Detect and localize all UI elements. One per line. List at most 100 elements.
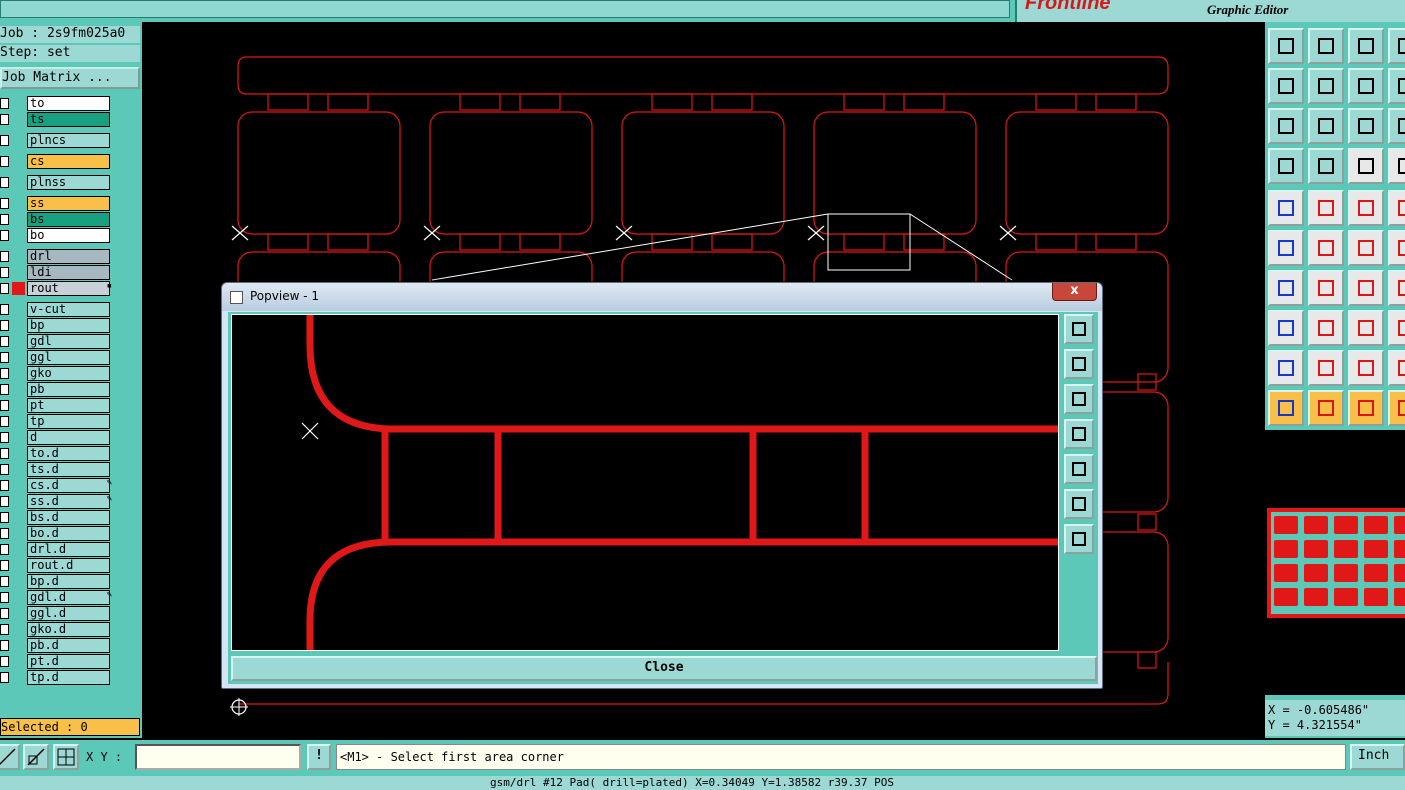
layer-checkbox[interactable] [0,114,9,125]
layer-checkbox[interactable] [0,608,9,619]
layer-row[interactable]: gko.d [0,622,114,637]
layer-row[interactable]: plncs [0,133,114,148]
layer-checkbox[interactable] [0,304,9,315]
layer-row[interactable]: rout ▪ [0,281,114,296]
tool-button[interactable] [1268,148,1304,184]
layer-checkbox[interactable] [0,135,9,146]
layer-row[interactable]: pt [0,398,114,413]
tool-button[interactable] [1308,390,1344,426]
tool-button[interactable] [1308,310,1344,346]
layer-checkbox[interactable] [0,432,9,443]
tool-button[interactable] [1388,230,1405,266]
layer-checkbox[interactable] [0,267,9,278]
layer-checkbox[interactable] [0,576,9,587]
tool-button[interactable] [1388,68,1405,104]
tool-button[interactable] [1348,230,1384,266]
layer-row[interactable]: pb [0,382,114,397]
layer-checkbox[interactable] [0,672,9,683]
layer-row[interactable]: gko [0,366,114,381]
layer-checkbox[interactable] [0,624,9,635]
job-matrix-button[interactable]: Job Matrix ... [0,67,140,89]
snap-button[interactable] [0,744,20,770]
layer-checkbox[interactable] [0,528,9,539]
layer-checkbox[interactable] [0,177,9,188]
tool-button[interactable] [1388,148,1405,184]
overview-map[interactable] [1265,430,1405,695]
layer-checkbox[interactable] [0,230,9,241]
layer-row[interactable]: plnss [0,175,114,190]
tool-button[interactable] [1348,68,1384,104]
layer-row[interactable]: drl [0,249,114,264]
layer-checkbox[interactable] [0,496,9,507]
layer-checkbox[interactable] [0,384,9,395]
layer-checkbox[interactable] [0,464,9,475]
layer-row[interactable]: ss [0,196,114,211]
layer-row[interactable]: cs.d ✎ [0,478,114,493]
tool-button[interactable] [1388,390,1405,426]
tool-button[interactable] [1308,148,1344,184]
tool-button[interactable] [1348,28,1384,64]
layer-row[interactable]: bo [0,228,114,243]
layer-row[interactable]: ts.d [0,462,114,477]
popview-tool-button[interactable] [1064,384,1094,414]
layer-checkbox[interactable] [0,98,9,109]
grid-button[interactable] [53,744,79,770]
tool-button[interactable] [1308,230,1344,266]
layer-checkbox[interactable] [0,251,9,262]
layer-checkbox[interactable] [0,368,9,379]
tool-button[interactable] [1348,108,1384,144]
layer-row[interactable]: gdl [0,334,114,349]
layer-row[interactable]: gdl.d ✎ [0,590,114,605]
layer-checkbox[interactable] [0,352,9,363]
layer-checkbox[interactable] [0,214,9,225]
layer-checkbox[interactable] [0,283,9,294]
tool-button[interactable] [1268,230,1304,266]
layer-checkbox[interactable] [0,640,9,651]
popview-tool-button[interactable] [1064,419,1094,449]
layer-checkbox[interactable] [0,480,9,491]
layer-checkbox[interactable] [0,416,9,427]
layer-row[interactable]: bp.d [0,574,114,589]
tool-button[interactable] [1268,28,1304,64]
unit-toggle[interactable]: Inch [1350,744,1405,770]
layer-row[interactable]: bs.d [0,510,114,525]
tool-button[interactable] [1348,190,1384,226]
tool-button[interactable] [1388,270,1405,306]
layer-row[interactable]: v-cut [0,302,114,317]
tool-button[interactable] [1268,108,1304,144]
tool-button[interactable] [1268,68,1304,104]
layer-checkbox[interactable] [0,544,9,555]
layer-row[interactable]: tp [0,414,114,429]
layer-row[interactable]: bo.d [0,526,114,541]
layer-row[interactable]: bp [0,318,114,333]
tool-button[interactable] [1268,350,1304,386]
tool-button[interactable] [1348,350,1384,386]
xy-input[interactable] [135,744,301,770]
tool-button[interactable] [1308,28,1344,64]
layer-row[interactable]: bs [0,212,114,227]
layer-checkbox[interactable] [0,560,9,571]
tool-button[interactable] [1348,310,1384,346]
tool-button[interactable] [1308,270,1344,306]
popview-close-button[interactable]: Close [231,656,1097,681]
layer-row[interactable]: d [0,430,114,445]
popview-titlebar[interactable]: Popview - 1 x [222,283,1102,311]
tool-button[interactable] [1388,310,1405,346]
tool-button[interactable] [1268,390,1304,426]
layer-checkbox[interactable] [0,336,9,347]
tool-button[interactable] [1268,190,1304,226]
popview-tool-button[interactable] [1064,454,1094,484]
popview-tool-button[interactable] [1064,489,1094,519]
layer-row[interactable]: ss.d ✎ [0,494,114,509]
layer-checkbox[interactable] [0,512,9,523]
layer-row[interactable]: cs [0,154,114,169]
layer-row[interactable]: to [0,96,114,111]
layer-checkbox[interactable] [0,198,9,209]
popview-tool-button[interactable] [1064,349,1094,379]
tool-button[interactable] [1348,390,1384,426]
tool-button[interactable] [1388,350,1405,386]
tool-button[interactable] [1308,108,1344,144]
layer-checkbox[interactable] [0,400,9,411]
tool-button[interactable] [1388,108,1405,144]
layer-checkbox[interactable] [0,448,9,459]
